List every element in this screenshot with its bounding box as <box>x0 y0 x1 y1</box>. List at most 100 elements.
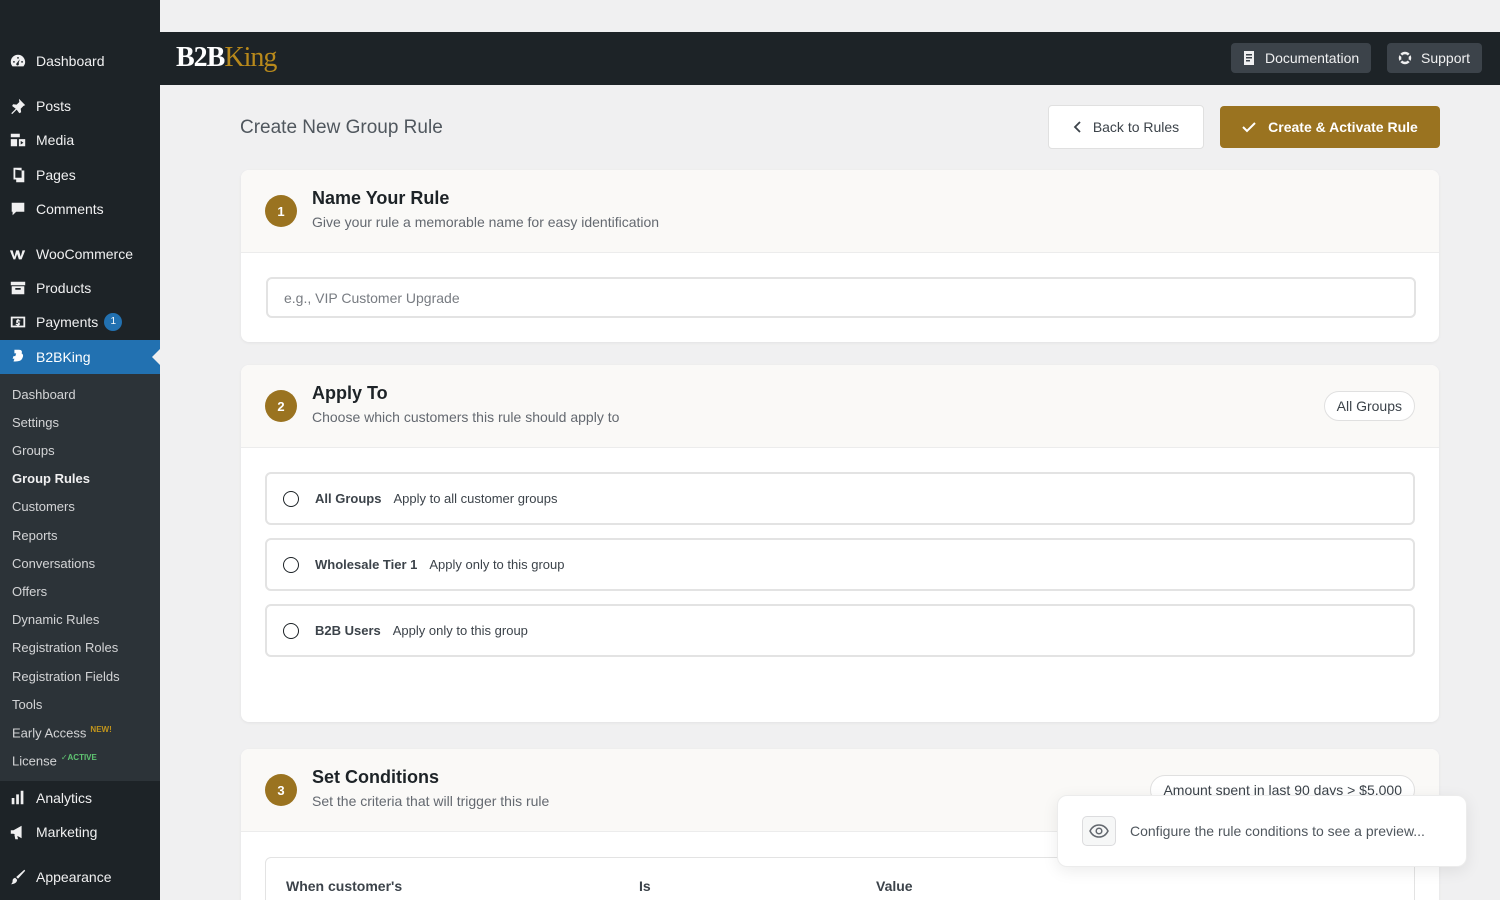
card-header: 1 Name Your Rule Give your rule a memora… <box>241 170 1439 253</box>
submenu-early-access[interactable]: Early Access NEW! <box>12 725 112 740</box>
column-when-customers: When customer's <box>286 878 403 894</box>
submenu-offers[interactable]: Offers <box>12 584 47 599</box>
column-value: Value <box>876 878 913 894</box>
submenu-registration-roles[interactable]: Registration Roles <box>12 640 118 655</box>
create-label: Create & Activate Rule <box>1268 119 1418 135</box>
menu-label: Comments <box>36 201 104 217</box>
comment-icon <box>0 200 36 218</box>
logo-b2b: B2B <box>176 42 225 73</box>
document-icon <box>1244 51 1254 65</box>
menu-label: Analytics <box>36 790 93 806</box>
menu-label: B2BKing <box>36 349 91 365</box>
submenu-license[interactable]: License ✓ACTIVE <box>12 753 97 768</box>
submenu-group-rules[interactable]: Group Rules <box>12 471 90 486</box>
card-subtitle: Give your rule a memorable name for easy… <box>312 214 660 230</box>
option-wholesale-tier-1[interactable]: Wholesale Tier 1 Apply only to this grou… <box>265 538 1415 591</box>
submenu-reports[interactable]: Reports <box>12 528 58 543</box>
option-all-groups[interactable]: All Groups Apply to all customer groups <box>265 472 1415 525</box>
menu-label: Posts <box>36 98 72 114</box>
preview-text: Configure the rule conditions to see a p… <box>1130 823 1425 839</box>
submenu-settings[interactable]: Settings <box>12 415 59 430</box>
pin-icon <box>0 97 36 115</box>
option-b2b-users[interactable]: B2B Users Apply only to this group <box>265 604 1415 657</box>
documentation-button[interactable]: Documentation <box>1231 43 1372 73</box>
submenu-groups[interactable]: Groups <box>12 443 55 458</box>
back-label: Back to Rules <box>1092 119 1180 135</box>
card-title: Name Your Rule <box>312 188 450 208</box>
option-name: B2B Users <box>315 623 381 638</box>
menu-label: Dashboard <box>36 53 105 69</box>
menu-item-marketing[interactable]: Marketing <box>0 815 160 849</box>
step-number: 3 <box>265 774 297 806</box>
option-name: Wholesale Tier 1 <box>315 557 418 572</box>
radio-button[interactable] <box>283 490 299 507</box>
menu-label: Media <box>36 132 75 148</box>
menu-item-analytics[interactable]: Analytics <box>0 781 160 815</box>
menu-item-posts[interactable]: Posts <box>0 89 160 123</box>
submenu-dashboard[interactable]: Dashboard <box>12 387 76 402</box>
submenu-label: Early Access <box>12 725 87 741</box>
page-title: Create New Group Rule <box>240 117 443 138</box>
archive-icon <box>0 279 36 297</box>
chevron-left-icon <box>1073 121 1081 133</box>
b2bking-submenu: Dashboard Settings Groups Group Rules Cu… <box>0 374 160 781</box>
menu-label: Appearance <box>36 869 112 885</box>
documentation-label: Documentation <box>1265 50 1360 66</box>
b2bking-icon <box>0 348 36 366</box>
support-button[interactable]: Support <box>1387 43 1483 73</box>
submenu-registration-fields[interactable]: Registration Fields <box>12 669 120 684</box>
b2bking-logo: B2BKing <box>176 42 277 74</box>
menu-label: WooCommerce <box>36 246 133 262</box>
lifebuoy-icon <box>1397 50 1413 66</box>
menu-item-appearance[interactable]: Appearance <box>0 860 160 894</box>
pages-icon <box>0 166 36 184</box>
rule-name-input[interactable] <box>266 277 1416 318</box>
step-number: 1 <box>265 195 297 227</box>
payments-badge: 1 <box>104 313 123 331</box>
card-title: Apply To <box>312 383 388 403</box>
option-description: Apply only to this group <box>392 623 528 638</box>
radio-button[interactable] <box>283 556 299 573</box>
menu-item-comments[interactable]: Comments <box>0 192 160 226</box>
option-name: All Groups <box>315 491 382 506</box>
plugin-header: B2BKing Documentation Support <box>160 32 1500 85</box>
create-activate-rule-button[interactable]: Create & Activate Rule <box>1220 106 1440 148</box>
option-description: Apply only to this group <box>429 557 565 572</box>
menu-item-pages[interactable]: Pages <box>0 158 160 192</box>
step-name-card: 1 Name Your Rule Give your rule a memora… <box>241 170 1439 342</box>
menu-item-products[interactable]: Products <box>0 271 160 305</box>
submenu-customers[interactable]: Customers <box>12 499 75 514</box>
column-is: Is <box>639 878 651 894</box>
brush-icon <box>0 868 36 886</box>
back-to-rules-button[interactable]: Back to Rules <box>1048 105 1204 149</box>
active-tag: ✓ACTIVE <box>60 753 97 762</box>
eye-icon <box>1082 816 1116 846</box>
payments-icon <box>0 313 36 331</box>
submenu-label: License <box>12 753 57 769</box>
card-subtitle: Choose which customers this rule should … <box>312 409 620 425</box>
menu-item-media[interactable]: Media <box>0 123 160 157</box>
menu-item-woocommerce[interactable]: WooCommerce <box>0 237 160 271</box>
step-apply-to-card: 2 Apply To Choose which customers this r… <box>241 365 1439 722</box>
selected-group-pill: All Groups <box>1323 391 1415 421</box>
logo-king: King <box>224 42 277 73</box>
menu-label: Products <box>36 280 92 296</box>
chart-icon <box>0 789 36 807</box>
radio-button[interactable] <box>283 622 299 639</box>
woo-icon <box>0 245 36 263</box>
checkmark-icon <box>1242 122 1256 133</box>
dashboard-icon <box>0 52 36 70</box>
menu-label: Marketing <box>36 824 98 840</box>
megaphone-icon <box>0 823 36 841</box>
step-number: 2 <box>265 390 297 422</box>
submenu-tools[interactable]: Tools <box>12 697 42 712</box>
submenu-dynamic-rules[interactable]: Dynamic Rules <box>12 612 99 627</box>
admin-sidebar: Dashboard Posts Media Pages Comments Woo… <box>0 0 160 900</box>
menu-item-payments[interactable]: Payments 1 <box>0 305 160 339</box>
menu-label: Pages <box>36 167 76 183</box>
menu-item-b2bking[interactable]: B2BKing <box>0 340 160 374</box>
menu-item-dashboard[interactable]: Dashboard <box>0 44 160 78</box>
submenu-conversations[interactable]: Conversations <box>12 556 95 571</box>
card-title: Set Conditions <box>312 767 439 787</box>
card-subtitle: Set the criteria that will trigger this … <box>312 793 550 809</box>
